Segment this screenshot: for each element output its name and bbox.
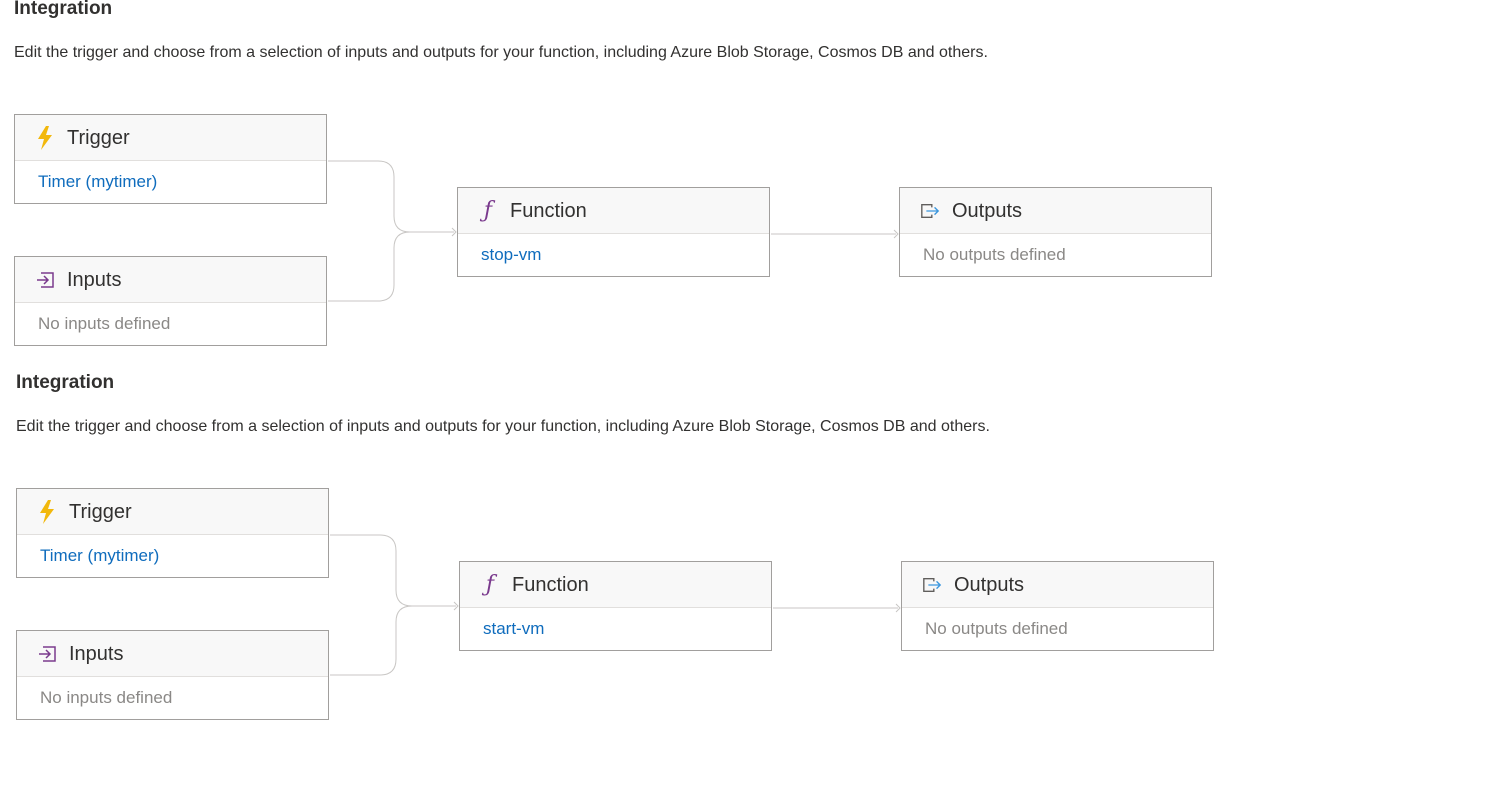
function-link[interactable]: stop-vm <box>481 245 541 265</box>
output-arrow-icon <box>920 200 940 222</box>
trigger-card-header: Trigger <box>15 115 326 161</box>
input-arrow-icon <box>35 269 55 291</box>
function-link[interactable]: start-vm <box>483 619 544 639</box>
outputs-card-header: Outputs <box>900 188 1211 234</box>
inputs-title: Inputs <box>69 642 124 665</box>
function-card-body: stop-vm <box>458 234 769 276</box>
function-icon: ƒ <box>485 571 495 597</box>
function-title: Function <box>510 199 587 222</box>
trigger-link[interactable]: Timer (mytimer) <box>40 546 159 566</box>
inputs-empty-text: No inputs defined <box>38 314 171 333</box>
inputs-card-header: Inputs <box>15 257 326 303</box>
trigger-card-body: Timer (mytimer) <box>17 535 328 577</box>
inputs-empty-text: No inputs defined <box>40 688 173 707</box>
outputs-card[interactable]: Outputs No outputs defined <box>901 561 1214 651</box>
trigger-card[interactable]: Trigger Timer (mytimer) <box>14 114 327 204</box>
lightning-icon <box>37 499 57 524</box>
trigger-link[interactable]: Timer (mytimer) <box>38 172 157 192</box>
function-card-body: start-vm <box>460 608 771 650</box>
outputs-card-body: No outputs defined <box>900 234 1211 276</box>
integration-section-2: Integration Edit the trigger and choose … <box>16 372 1485 734</box>
integration-section-1: Integration Edit the trigger and choose … <box>14 0 1485 360</box>
function-card-header: ƒ Function <box>458 188 769 234</box>
inputs-card[interactable]: Inputs No inputs defined <box>16 630 329 720</box>
section-title: Integration <box>14 0 113 19</box>
section-description: Edit the trigger and choose from a selec… <box>14 44 988 61</box>
section-description: Edit the trigger and choose from a selec… <box>16 418 990 435</box>
inputs-card-body: No inputs defined <box>15 303 326 345</box>
input-arrow-icon <box>37 643 57 665</box>
function-card[interactable]: ƒ Function start-vm <box>459 561 772 651</box>
function-title: Function <box>512 573 589 596</box>
outputs-card[interactable]: Outputs No outputs defined <box>899 187 1212 277</box>
trigger-card-header: Trigger <box>17 489 328 535</box>
trigger-card[interactable]: Trigger Timer (mytimer) <box>16 488 329 578</box>
inputs-card-body: No inputs defined <box>17 677 328 719</box>
trigger-title: Trigger <box>67 126 130 149</box>
trigger-title: Trigger <box>69 500 132 523</box>
outputs-card-header: Outputs <box>902 562 1213 608</box>
lightning-icon <box>35 125 55 150</box>
outputs-card-body: No outputs defined <box>902 608 1213 650</box>
function-icon: ƒ <box>483 197 493 223</box>
outputs-empty-text: No outputs defined <box>925 619 1068 638</box>
section-title: Integration <box>16 372 115 393</box>
inputs-card[interactable]: Inputs No inputs defined <box>14 256 327 346</box>
outputs-title: Outputs <box>952 199 1023 222</box>
function-card[interactable]: ƒ Function stop-vm <box>457 187 770 277</box>
output-arrow-icon <box>922 574 942 596</box>
inputs-title: Inputs <box>67 268 122 291</box>
function-card-header: ƒ Function <box>460 562 771 608</box>
outputs-title: Outputs <box>954 573 1025 596</box>
trigger-card-body: Timer (mytimer) <box>15 161 326 203</box>
outputs-empty-text: No outputs defined <box>923 245 1066 264</box>
inputs-card-header: Inputs <box>17 631 328 677</box>
